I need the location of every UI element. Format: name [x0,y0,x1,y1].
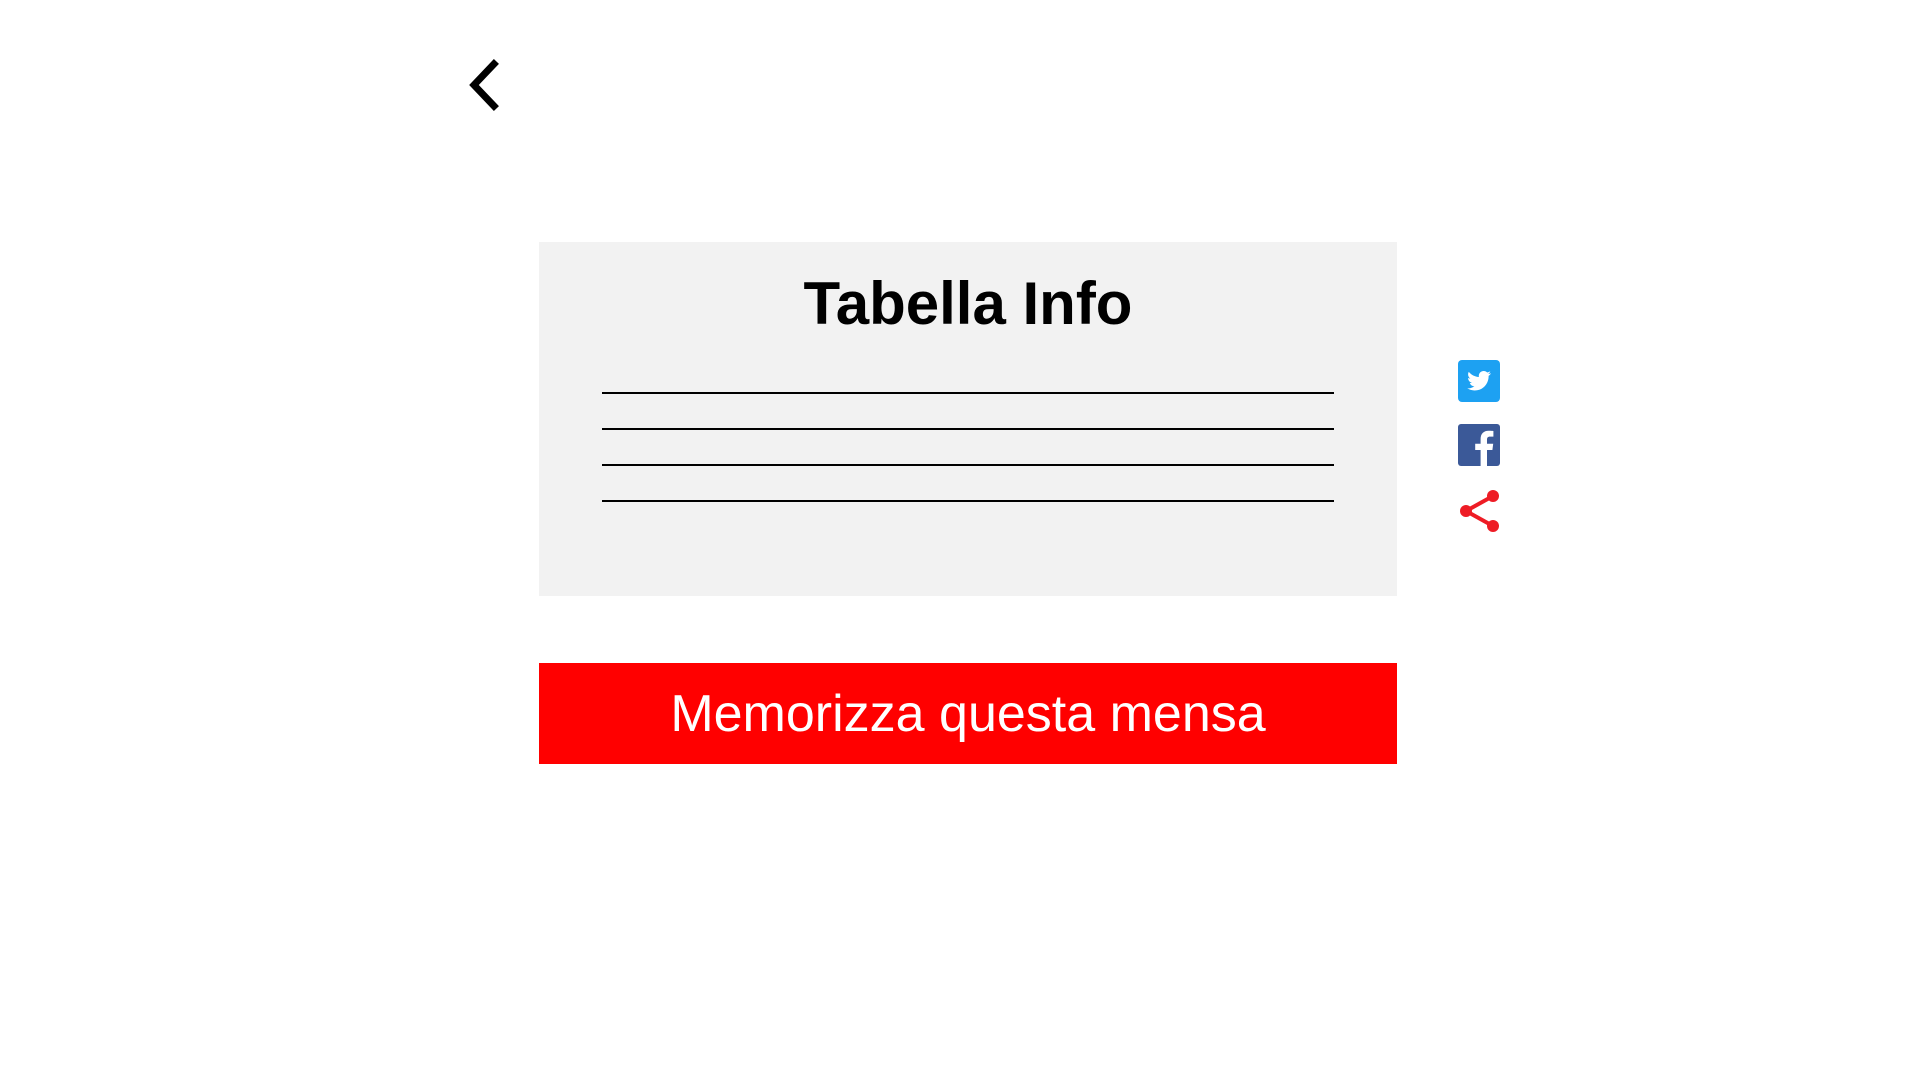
page: Tabella Info Memorizza questa mensa [0,0,1920,1080]
twitter-icon [1458,360,1500,402]
back-button[interactable] [462,55,506,115]
generic-share-button[interactable] [1458,488,1500,532]
info-table-title: Tabella Info [803,270,1133,337]
info-table-row-line [602,464,1334,466]
info-table-rows [602,392,1334,536]
save-canteen-button[interactable]: Memorizza questa mensa [539,663,1397,764]
info-table-row-line [602,428,1334,430]
chevron-left-icon [469,59,499,111]
info-table-row-line [602,392,1334,394]
info-table-card: Tabella Info [539,242,1397,596]
info-table-row-line [602,500,1334,502]
share-icon [1460,490,1499,532]
facebook-share-button[interactable] [1458,424,1500,466]
facebook-icon [1458,424,1500,466]
share-bar [1458,360,1502,552]
twitter-share-button[interactable] [1458,360,1500,402]
